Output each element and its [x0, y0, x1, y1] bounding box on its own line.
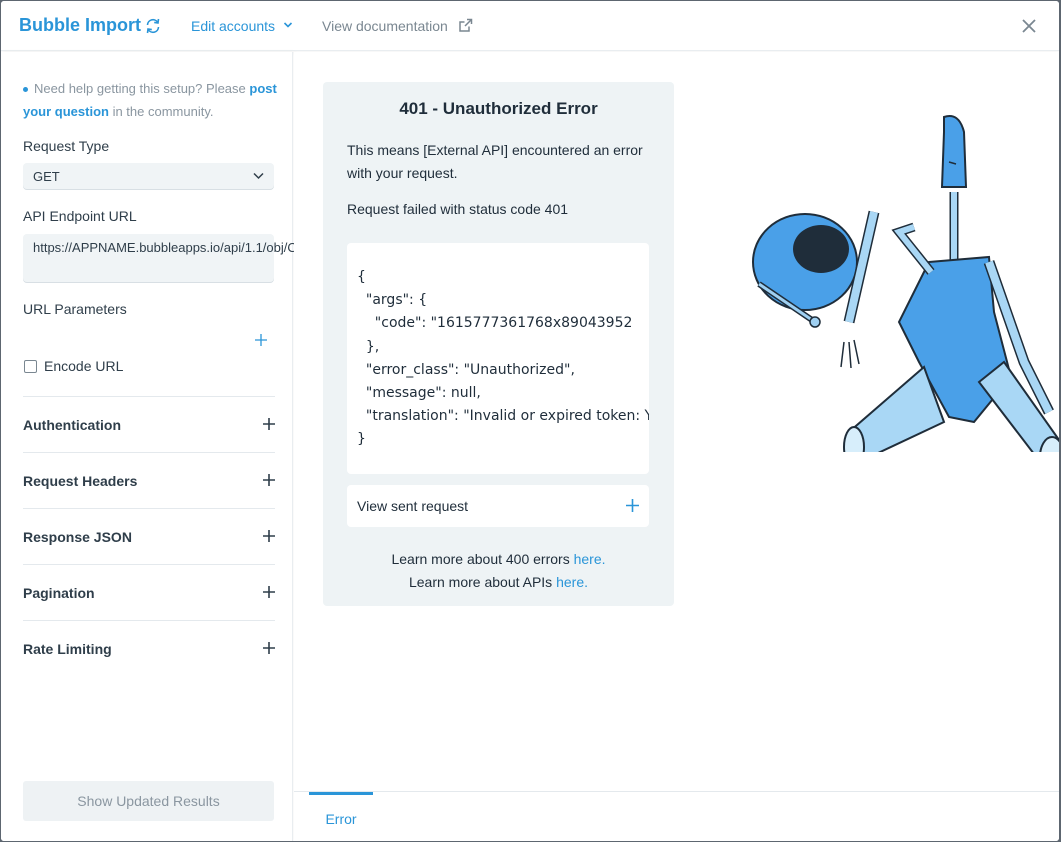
code-line: "args": { [357, 292, 428, 309]
show-updated-results-button[interactable]: Show Updated Results [23, 781, 274, 821]
view-sent-request-label: View sent request [357, 498, 469, 514]
learn-400-link[interactable]: here. [574, 551, 606, 567]
learn-400-text: Learn more about 400 errors [391, 551, 570, 567]
main-panel: 401 - Unauthorized Error This means [Ext… [294, 52, 1059, 791]
error-title: 401 - Unauthorized Error [399, 99, 598, 118]
chevron-down-icon [253, 172, 264, 180]
chevron-down-icon[interactable] [283, 20, 293, 30]
plus-icon [263, 530, 275, 542]
endpoint-label: API Endpoint URL [23, 208, 137, 224]
help-suffix: in the community. [112, 104, 214, 119]
code-line: "translation": "Invalid or expired token… [357, 408, 649, 425]
section-response-json[interactable]: Response JSON [23, 508, 275, 564]
help-text: Need help getting this setup? Please pos… [23, 77, 278, 123]
learn-400-line: Learn more about 400 errors here. [323, 551, 674, 567]
request-type-value: GET [33, 169, 60, 184]
encode-url-label: Encode URL [44, 358, 124, 374]
code-line: "message": null, [357, 385, 481, 402]
request-type-label: Request Type [23, 138, 110, 154]
edit-accounts-link[interactable]: Edit accounts [191, 18, 275, 34]
plus-icon [263, 418, 275, 430]
code-line: "code": "1615777361768x89043952 [357, 315, 633, 332]
app-title: Bubble Import [19, 15, 141, 35]
endpoint-url-field[interactable]: https://APPNAME.bubbleapps.io/api/1.1/ob… [23, 234, 376, 283]
section-title: Rate Limiting [23, 641, 112, 657]
learn-api-link[interactable]: here. [556, 574, 588, 590]
section-authentication[interactable]: Authentication [23, 396, 275, 452]
header: Bubble Import Edit accounts View documen… [1, 1, 1059, 51]
section-title: Response JSON [23, 529, 132, 545]
add-url-param-icon[interactable] [254, 333, 268, 347]
code-line: { [357, 269, 366, 285]
section-title: Request Headers [23, 473, 138, 489]
encode-url-checkbox[interactable] [24, 360, 37, 373]
external-link-icon[interactable] [458, 18, 473, 33]
import-window: Bubble Import Edit accounts View documen… [1, 1, 1059, 841]
tab-error[interactable]: Error [309, 792, 373, 841]
bullet-icon [23, 87, 28, 93]
error-status: Request failed with status code 401 [347, 201, 569, 217]
section-rate-limiting[interactable]: Rate Limiting [23, 620, 275, 676]
plus-icon [263, 642, 275, 654]
robot-illustration [752, 115, 1059, 452]
learn-api-line: Learn more about APIs here. [323, 574, 674, 590]
sidebar: Need help getting this setup? Please pos… [1, 52, 376, 841]
view-documentation-link[interactable]: View documentation [322, 18, 448, 34]
code-line: }, [357, 338, 380, 355]
help-prefix: Need help getting this setup? Please [34, 81, 246, 96]
section-pagination[interactable]: Pagination [23, 564, 275, 620]
section-request-headers[interactable]: Request Headers [23, 452, 275, 508]
error-description: This means [External API] encountered an… [347, 142, 643, 181]
plus-icon [263, 586, 275, 598]
section-title: Pagination [23, 585, 95, 601]
tab-error-label: Error [325, 811, 357, 827]
code-line: "error_class": "Unauthorized", [357, 361, 575, 378]
section-title: Authentication [23, 417, 121, 433]
refresh-icon[interactable] [144, 17, 162, 35]
learn-api-text: Learn more about APIs [408, 574, 553, 590]
bottom-tabs: Error [294, 791, 1059, 841]
view-sent-request-toggle[interactable]: View sent request [347, 485, 649, 527]
error-card: 401 - Unauthorized Error This means [Ext… [323, 82, 674, 606]
url-params-label: URL Parameters [23, 301, 127, 317]
plus-icon [626, 499, 639, 512]
request-type-select[interactable]: GET [23, 163, 274, 190]
plus-icon [263, 474, 275, 486]
error-response-code: { "args": { "code": "1615777361768x89043… [347, 243, 649, 474]
code-line: } [357, 431, 366, 448]
close-icon[interactable] [1020, 17, 1038, 35]
